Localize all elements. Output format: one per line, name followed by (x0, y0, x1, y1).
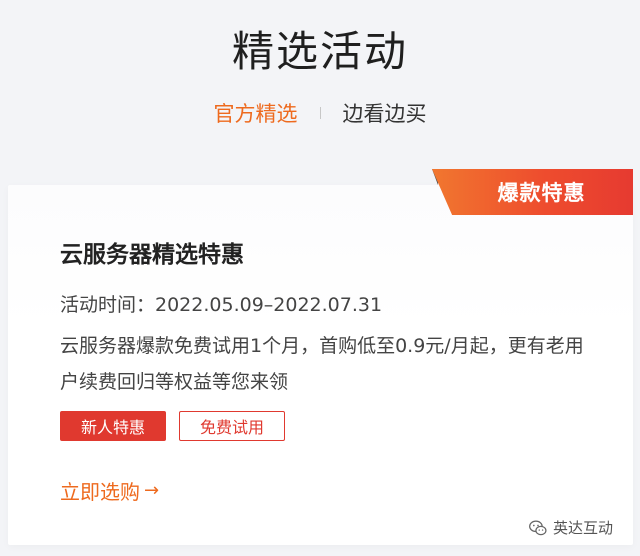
buy-now-link[interactable]: 立即选购 → (60, 476, 159, 505)
watermark: 英达互动 (528, 517, 613, 538)
tab-official-picks[interactable]: 官方精选 (192, 98, 320, 128)
card-title: 云服务器精选特惠 (60, 242, 244, 268)
hot-deal-badge: 爆款特惠 (432, 169, 633, 215)
page-title: 精选活动 (231, 27, 408, 76)
watermark-text: 英达互动 (553, 519, 614, 537)
wechat-icon (529, 520, 547, 535)
buy-now-label: 立即选购 (60, 480, 140, 504)
tag-new-user-deal: 新人特惠 (60, 411, 166, 441)
activity-date: 活动时间：2022.05.09–2022.07.31 (60, 294, 383, 316)
tab-watch-and-buy[interactable]: 边看边买 (321, 98, 449, 128)
arrow-right-icon: → (144, 480, 160, 501)
tag-free-trial: 免费试用 (179, 411, 285, 441)
activity-description: 云服务器爆款免费试用1个月，首购低至0.9元/月起，更有老用户续费回归等权益等您… (60, 335, 584, 393)
tab-bar: 官方精选 边看边买 (0, 98, 640, 128)
